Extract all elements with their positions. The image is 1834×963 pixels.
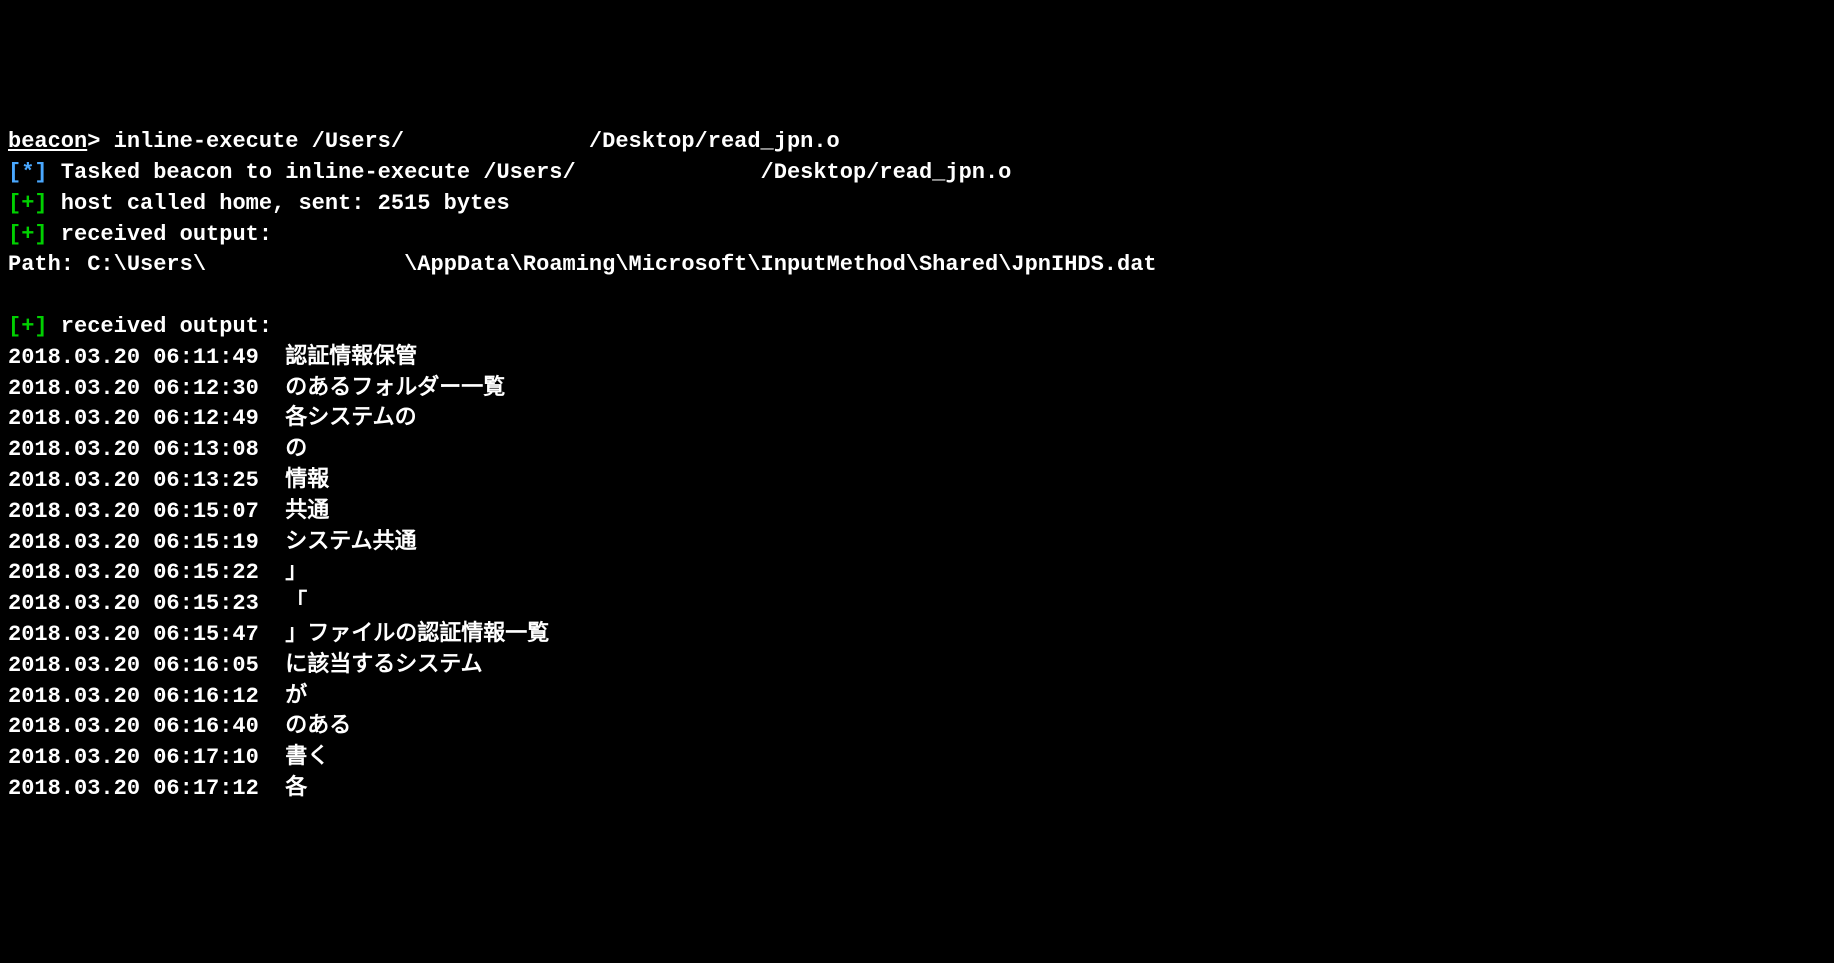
prompt-separator: > xyxy=(87,129,113,154)
log-entry: 2018.03.20 06:16:12 が xyxy=(8,682,1826,713)
log-entry: 2018.03.20 06:15:22 」 xyxy=(8,558,1826,589)
entry-text: 各 xyxy=(285,776,307,801)
log-entry: 2018.03.20 06:17:12 各 xyxy=(8,774,1826,805)
blank-line xyxy=(8,281,1826,312)
status-indicator-plus: [+] xyxy=(8,191,48,216)
entry-timestamp: 2018.03.20 06:13:25 xyxy=(8,468,285,493)
status-indicator-plus: [+] xyxy=(8,222,48,247)
prompt-line: beacon> inline-execute /Users/ /Desktop/… xyxy=(8,127,1826,158)
path-text-pre: Path: C:\Users\ xyxy=(8,252,206,277)
host-called-line: [+] host called home, sent: 2515 bytes xyxy=(8,189,1826,220)
entry-timestamp: 2018.03.20 06:16:40 xyxy=(8,714,285,739)
tasked-line: [*] Tasked beacon to inline-execute /Use… xyxy=(8,158,1826,189)
entry-timestamp: 2018.03.20 06:15:47 xyxy=(8,622,285,647)
tasked-gap xyxy=(576,160,761,185)
log-entry: 2018.03.20 06:12:30 のあるフォルダー一覧 xyxy=(8,374,1826,405)
tasked-text-pre: Tasked beacon to inline-execute /Users/ xyxy=(48,160,576,185)
entry-text: 認証情報保管 xyxy=(285,345,417,370)
path-line: Path: C:\Users\ \AppData\Roaming\Microso… xyxy=(8,250,1826,281)
entry-text: 共通 xyxy=(285,499,329,524)
log-entry: 2018.03.20 06:16:40 のある xyxy=(8,712,1826,743)
entry-timestamp: 2018.03.20 06:16:05 xyxy=(8,653,285,678)
entry-timestamp: 2018.03.20 06:12:30 xyxy=(8,376,285,401)
entry-timestamp: 2018.03.20 06:13:08 xyxy=(8,437,285,462)
host-called-text: host called home, sent: 2515 bytes xyxy=(48,191,510,216)
command-text-post[interactable]: /Desktop/read_jpn.o xyxy=(589,129,840,154)
entry-text: のある xyxy=(285,714,351,739)
received-output-text: received output: xyxy=(48,314,272,339)
entry-text: 各システムの xyxy=(285,406,416,431)
entry-timestamp: 2018.03.20 06:15:19 xyxy=(8,530,285,555)
log-entry: 2018.03.20 06:15:19 システム共通 xyxy=(8,528,1826,559)
entry-timestamp: 2018.03.20 06:15:07 xyxy=(8,499,285,524)
status-indicator-plus: [+] xyxy=(8,314,48,339)
path-gap xyxy=(206,252,404,277)
entry-text: の xyxy=(285,437,307,462)
entry-text: に該当するシステム xyxy=(285,653,482,678)
entry-text: システム共通 xyxy=(285,530,416,555)
entry-timestamp: 2018.03.20 06:12:49 xyxy=(8,406,285,431)
entry-timestamp: 2018.03.20 06:17:10 xyxy=(8,745,285,770)
entry-timestamp: 2018.03.20 06:16:12 xyxy=(8,684,285,709)
log-entry: 2018.03.20 06:15:07 共通 xyxy=(8,497,1826,528)
log-entry: 2018.03.20 06:13:08 の xyxy=(8,435,1826,466)
status-indicator-star: [*] xyxy=(8,160,48,185)
log-entry: 2018.03.20 06:13:25 情報 xyxy=(8,466,1826,497)
log-entry: 2018.03.20 06:17:10 書く xyxy=(8,743,1826,774)
entry-text: 情報 xyxy=(285,468,329,493)
entry-text: が xyxy=(285,684,307,709)
terminal-output: beacon> inline-execute /Users/ /Desktop/… xyxy=(8,127,1826,805)
received-output-line-2: [+] received output: xyxy=(8,312,1826,343)
log-entry: 2018.03.20 06:11:49 認証情報保管 xyxy=(8,343,1826,374)
entry-text: 」 xyxy=(285,560,307,585)
log-entry: 2018.03.20 06:15:47 」ファイルの認証情報一覧 xyxy=(8,620,1826,651)
entry-timestamp: 2018.03.20 06:15:23 xyxy=(8,591,285,616)
entry-timestamp: 2018.03.20 06:15:22 xyxy=(8,560,285,585)
log-entry: 2018.03.20 06:12:49 各システムの xyxy=(8,404,1826,435)
entry-text: 」ファイルの認証情報一覧 xyxy=(285,622,549,647)
entry-text: のあるフォルダー一覧 xyxy=(285,376,505,401)
entry-text: 「 xyxy=(285,591,307,616)
entry-text: 書く xyxy=(285,745,329,770)
entry-timestamp: 2018.03.20 06:11:49 xyxy=(8,345,285,370)
tasked-text-post: /Desktop/read_jpn.o xyxy=(761,160,1012,185)
command-gap xyxy=(404,129,589,154)
log-entry: 2018.03.20 06:15:23 「 xyxy=(8,589,1826,620)
path-text-post: \AppData\Roaming\Microsoft\InputMethod\S… xyxy=(404,252,1157,277)
received-output-line-1: [+] received output: xyxy=(8,220,1826,251)
entry-timestamp: 2018.03.20 06:17:12 xyxy=(8,776,285,801)
log-entry: 2018.03.20 06:16:05 に該当するシステム xyxy=(8,651,1826,682)
beacon-prompt[interactable]: beacon xyxy=(8,129,87,154)
command-text-pre[interactable]: inline-execute /Users/ xyxy=(114,129,404,154)
received-output-text: received output: xyxy=(48,222,272,247)
